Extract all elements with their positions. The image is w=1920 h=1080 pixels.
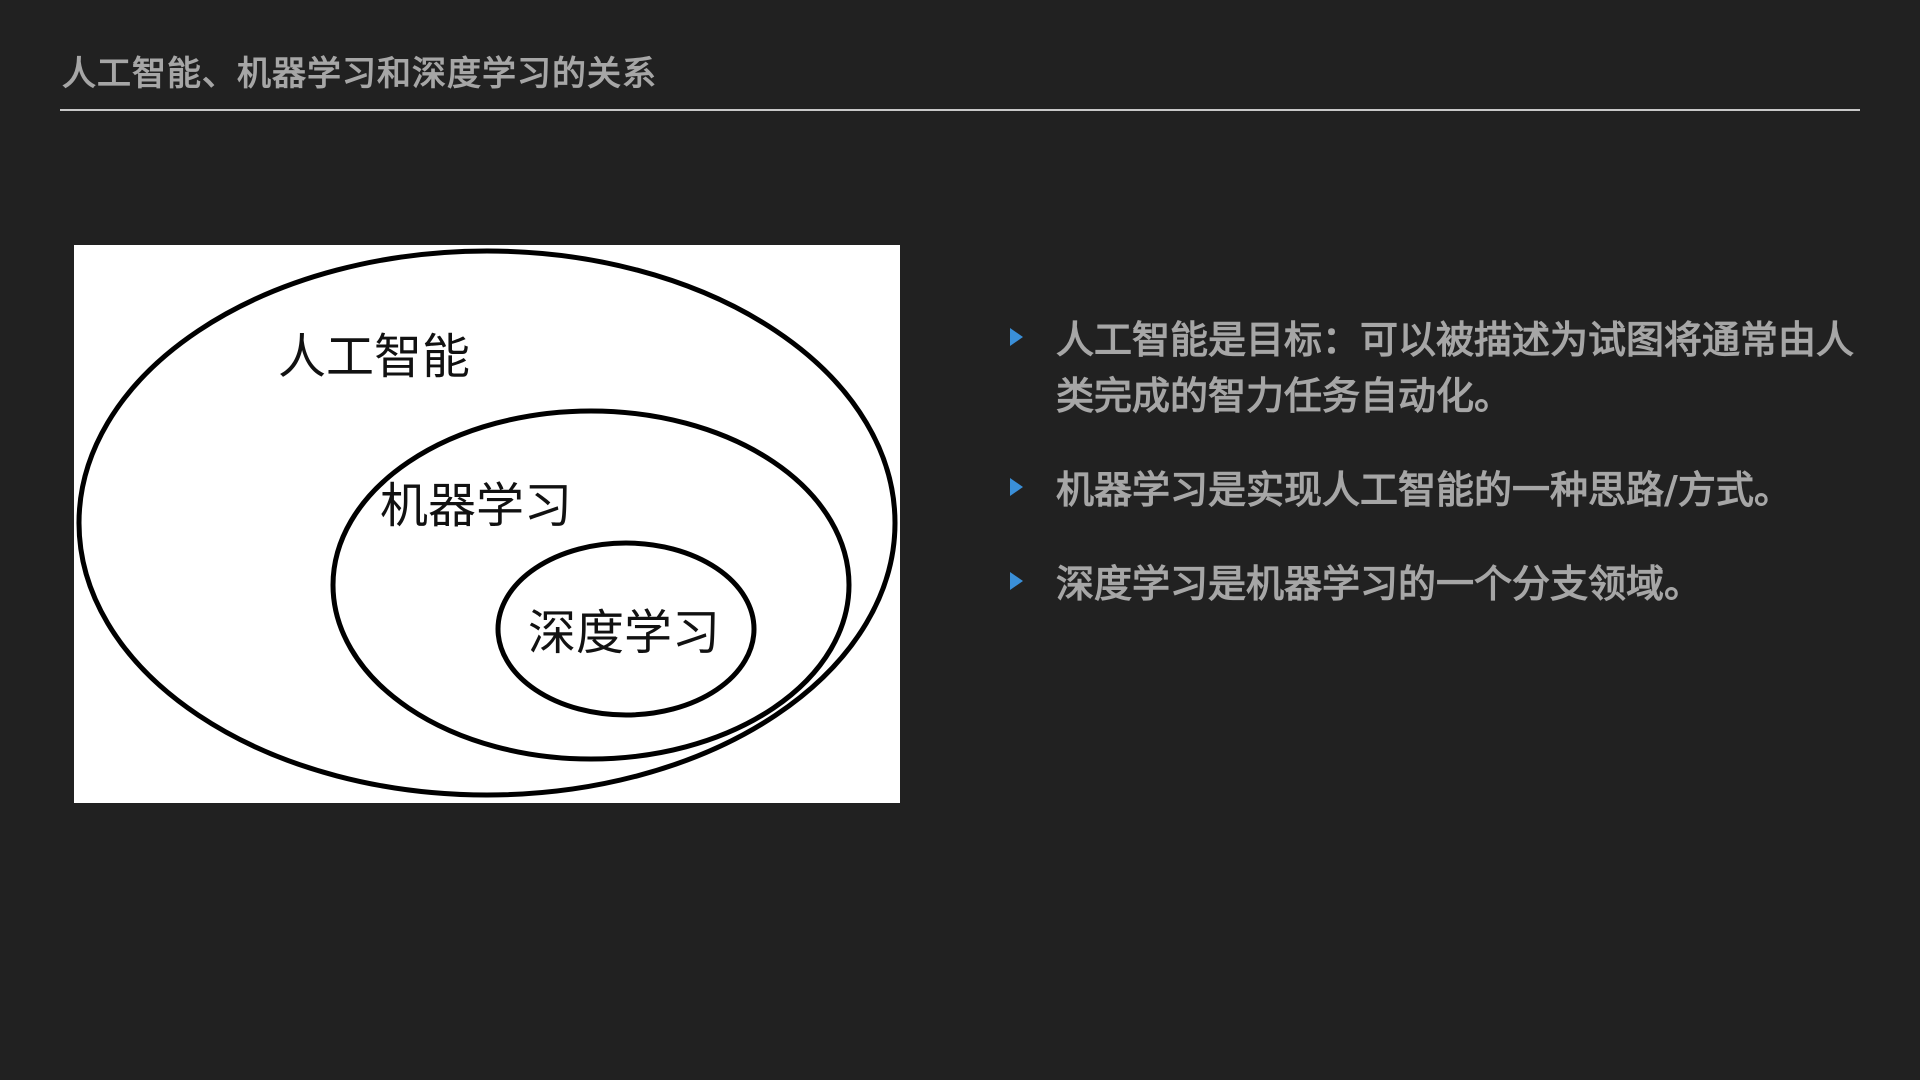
triangle-right-icon <box>1010 478 1023 496</box>
dl-label: 深度学习 <box>528 605 720 661</box>
ml-label: 机器学习 <box>380 478 572 534</box>
bullet-text: 机器学习是实现人工智能的一种思路/方式。 <box>1056 468 1792 512</box>
venn-diagram: 人工智能 机器学习 深度学习 <box>74 245 900 803</box>
slide: 人工智能、机器学习和深度学习的关系 人工智能 机器学习 深度学习 人工智能是目标… <box>0 0 1920 1080</box>
bullet-text: 人工智能是目标：可以被描述为试图将通常由人类完成的智力任务自动化。 <box>1056 318 1855 418</box>
bullet-item: 机器学习是实现人工智能的一种思路/方式。 <box>1008 462 1868 518</box>
ml-ellipse <box>330 408 852 762</box>
ai-label: 人工智能 <box>278 329 470 385</box>
bullet-list: 人工智能是目标：可以被描述为试图将通常由人类完成的智力任务自动化。 机器学习是实… <box>1008 312 1868 650</box>
title-divider <box>60 109 1860 111</box>
triangle-right-icon <box>1010 328 1023 346</box>
bullet-item: 深度学习是机器学习的一个分支领域。 <box>1008 556 1868 612</box>
bullet-text: 深度学习是机器学习的一个分支领域。 <box>1056 562 1703 606</box>
page-title: 人工智能、机器学习和深度学习的关系 <box>62 54 657 94</box>
triangle-right-icon <box>1010 572 1023 590</box>
bullet-item: 人工智能是目标：可以被描述为试图将通常由人类完成的智力任务自动化。 <box>1008 312 1868 424</box>
